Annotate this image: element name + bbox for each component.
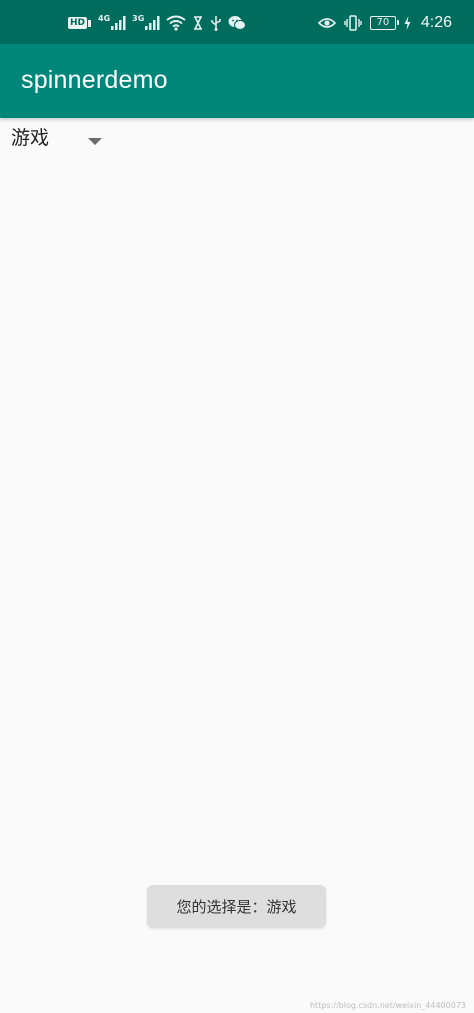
battery-icon: 70: [369, 16, 399, 30]
status-clock: 4:26: [420, 14, 452, 31]
toast-text: 您的选择是：游戏: [176, 898, 297, 916]
status-left-icons: HD 4G 3G: [68, 12, 247, 34]
usb-icon: [210, 13, 222, 33]
app-bar: spinnerdemo: [0, 44, 474, 118]
toast-message: 您的选择是：游戏: [147, 885, 326, 928]
category-spinner[interactable]: 游戏: [0, 118, 112, 154]
wechat-icon: [228, 13, 247, 33]
4g-label: 4G: [98, 14, 111, 23]
eye-icon: [317, 13, 336, 33]
3g-label: 3G: [132, 14, 145, 23]
charging-icon: [404, 13, 411, 33]
hourglass-icon: [192, 13, 204, 33]
4g-signal-icon: 4G: [98, 13, 126, 33]
watermark: https://blog.csdn.net/weixin_44400073: [309, 1001, 466, 1010]
app-title: spinnerdemo: [21, 66, 168, 94]
status-bar: HD 4G 3G 70 4:26: [0, 0, 474, 44]
vibrate-icon: [344, 13, 362, 33]
hd-badge-label: HD: [68, 17, 88, 29]
spinner-selected-value: 游戏: [11, 127, 50, 149]
wifi-icon: [166, 13, 186, 33]
dropdown-arrow-icon: [88, 131, 102, 150]
hd-icon: HD: [68, 13, 92, 33]
3g-signal-icon: 3G: [132, 13, 160, 33]
status-right-icons: 70 4:26: [317, 12, 452, 34]
